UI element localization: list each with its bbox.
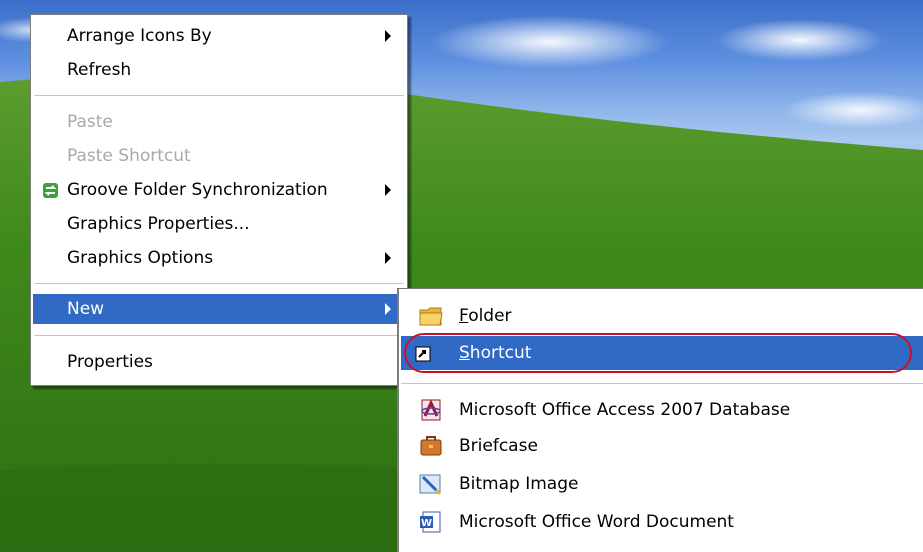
menu-item-paste-shortcut[interactable]: Paste Shortcut: [33, 141, 405, 171]
menu-item-label: Paste: [67, 112, 113, 132]
word-icon: W: [420, 511, 441, 533]
submenu-item-label: Folder: [459, 306, 512, 326]
submenu-item-label: Briefcase: [459, 436, 538, 456]
new-submenu: Folder Shortcut Microsoft Office Access …: [398, 288, 923, 552]
folder-icon: [419, 307, 443, 326]
menu-item-label: Groove Folder Synchronization: [67, 180, 328, 200]
menu-item-paste[interactable]: Paste: [33, 107, 405, 137]
submenu-item-shortcut[interactable]: Shortcut: [401, 336, 923, 370]
submenu-arrow-icon: [385, 184, 391, 196]
desktop-context-menu: Arrange Icons By Refresh Paste Paste Sho…: [30, 14, 408, 386]
menu-item-new[interactable]: New: [33, 294, 405, 324]
menu-item-label: Graphics Options: [67, 248, 214, 268]
submenu-arrow-icon: [385, 30, 391, 42]
menu-item-label: Graphics Properties...: [67, 214, 250, 234]
submenu-item-folder[interactable]: Folder: [401, 299, 923, 333]
menu-item-label: Arrange Icons By: [67, 26, 212, 46]
submenu-item-label: Bitmap Image: [459, 474, 579, 494]
submenu-arrow-icon: [385, 303, 391, 315]
submenu-item-access-database[interactable]: Microsoft Office Access 2007 Database: [401, 393, 923, 427]
menu-item-groove-folder-synchronization[interactable]: Groove Folder Synchronization: [33, 175, 405, 205]
svg-text:W: W: [421, 518, 432, 529]
menu-item-graphics-options[interactable]: Graphics Options: [33, 243, 405, 273]
submenu-item-label: Microsoft Office Word Document: [459, 512, 734, 532]
submenu-item-label: Shortcut: [459, 343, 532, 363]
groove-icon: [43, 183, 58, 198]
menu-item-label: Properties: [67, 352, 153, 372]
menu-item-properties[interactable]: Properties: [33, 347, 405, 377]
submenu-arrow-icon: [385, 252, 391, 264]
menu-item-graphics-properties[interactable]: Graphics Properties...: [33, 209, 405, 239]
submenu-item-label: Microsoft Office Access 2007 Database: [459, 400, 791, 420]
menu-item-label: New: [67, 299, 105, 319]
menu-separator: [34, 283, 404, 285]
menu-separator: [34, 95, 404, 97]
submenu-item-briefcase[interactable]: Briefcase: [401, 429, 923, 463]
shortcut-icon: [415, 346, 431, 362]
bitmap-icon: [419, 474, 442, 495]
submenu-item-word-document[interactable]: W Microsoft Office Word Document: [401, 505, 923, 539]
menu-separator: [34, 335, 404, 337]
submenu-item-bitmap-image[interactable]: Bitmap Image: [401, 467, 923, 501]
menu-item-refresh[interactable]: Refresh: [33, 55, 405, 85]
menu-item-label: Paste Shortcut: [67, 146, 191, 166]
access-icon: [421, 399, 441, 421]
menu-item-label: Refresh: [67, 60, 132, 80]
menu-separator: [401, 383, 923, 385]
menu-item-arrange-icons-by[interactable]: Arrange Icons By: [33, 21, 405, 51]
briefcase-icon: [420, 436, 442, 456]
